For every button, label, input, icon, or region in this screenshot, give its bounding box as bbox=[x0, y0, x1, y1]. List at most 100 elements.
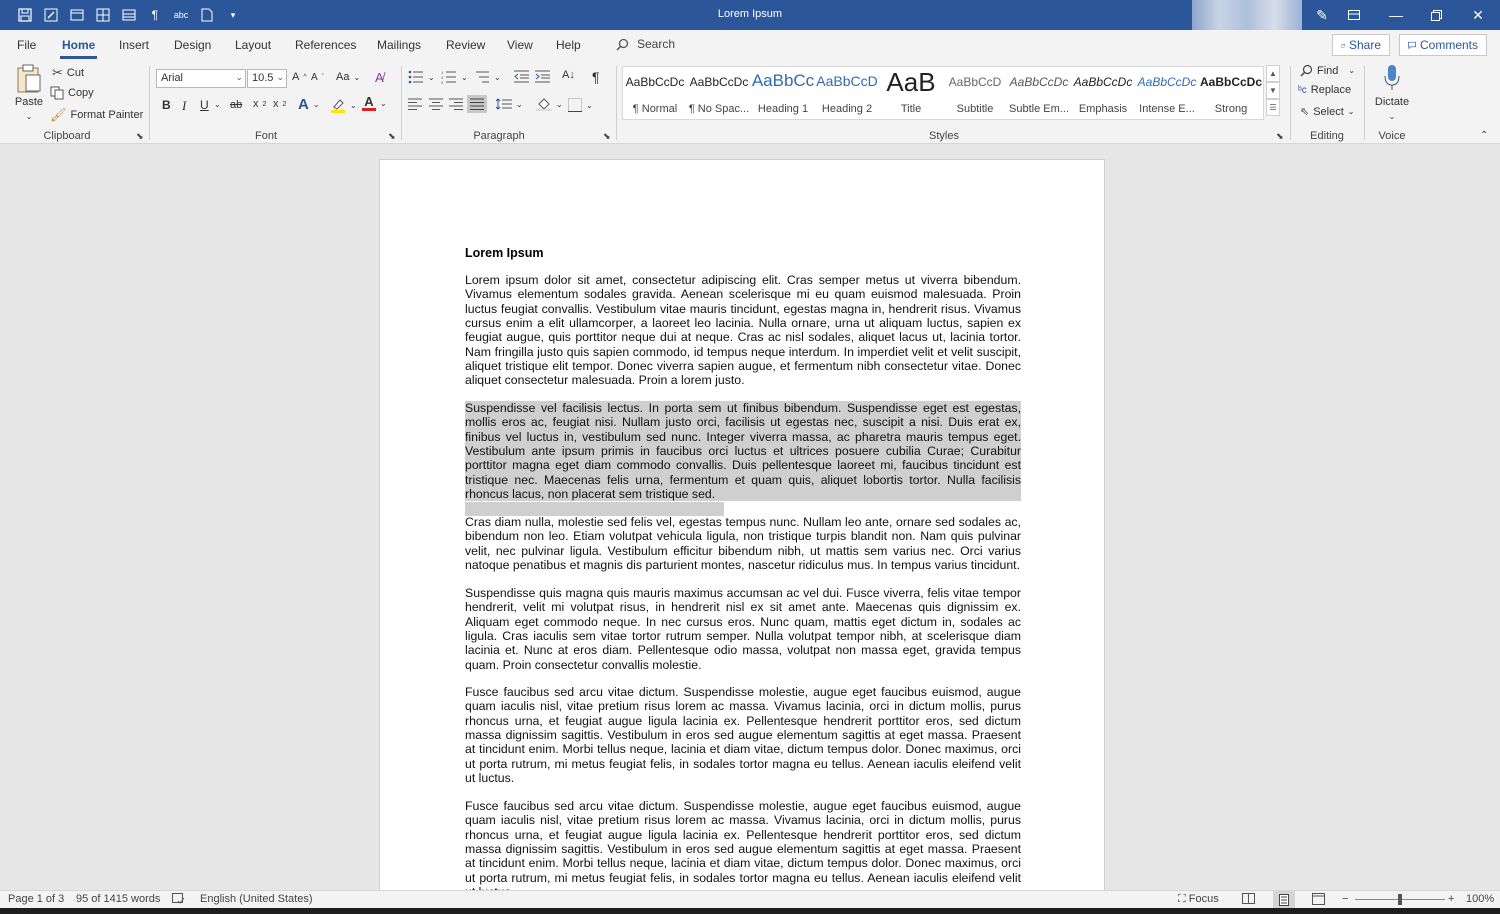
cut-button[interactable]: ✂ Cut bbox=[52, 65, 84, 81]
tab-review[interactable]: Review bbox=[446, 38, 485, 52]
select-button[interactable]: ⇖ Select ⌄ bbox=[1300, 105, 1355, 119]
show-formatting-icon[interactable]: ¶ bbox=[592, 69, 600, 85]
document-heading[interactable]: Lorem Ipsum bbox=[465, 246, 544, 260]
dialog-launcher-icon[interactable]: ⬊ bbox=[603, 131, 611, 142]
text-effects-icon[interactable]: A ⌄ bbox=[298, 96, 320, 113]
tab-design[interactable]: Design bbox=[174, 38, 211, 52]
align-left-icon[interactable] bbox=[408, 98, 422, 110]
chevron-down-icon: ⌄ bbox=[276, 72, 284, 82]
style-subtitle[interactable]: AaBbCcD Subtitle bbox=[943, 67, 1007, 121]
zoom-out-button[interactable]: − bbox=[1342, 893, 1348, 905]
format-painter-button[interactable]: 🖌 Format Painter bbox=[50, 107, 143, 123]
line-spacing-icon[interactable]: ⌄ bbox=[496, 98, 523, 110]
copy-button[interactable]: Copy bbox=[50, 86, 94, 100]
search-box[interactable]: Search bbox=[616, 37, 675, 51]
shading-icon[interactable]: ⌄ bbox=[536, 97, 563, 111]
paragraph[interactable]: Fusce faucibus sed arcu vitae dictum. Su… bbox=[465, 685, 1021, 785]
font-color-icon[interactable]: A ⌄ bbox=[362, 95, 387, 111]
search-icon bbox=[616, 38, 629, 51]
gallery-scroll-down-icon[interactable]: ▼ bbox=[1266, 82, 1280, 99]
bold-button[interactable]: B bbox=[162, 98, 171, 112]
focus-button[interactable]: ⛶ Focus bbox=[1178, 893, 1219, 906]
align-center-icon[interactable] bbox=[429, 98, 443, 110]
font-size-combo[interactable]: 10.5 ⌄ bbox=[247, 69, 287, 88]
dialog-launcher-icon[interactable]: ⬊ bbox=[136, 131, 144, 142]
paragraph[interactable]: Suspendisse quis magna quis mauris maxim… bbox=[465, 586, 1021, 672]
font-name-combo[interactable]: Arial ⌄ bbox=[156, 69, 246, 88]
ribbon-display-icon[interactable] bbox=[1334, 0, 1374, 30]
style-emphasis[interactable]: AaBbCcDc Emphasis bbox=[1071, 67, 1135, 121]
gallery-more-icon[interactable]: ☰ bbox=[1266, 99, 1280, 116]
zoom-slider-thumb[interactable] bbox=[1398, 894, 1402, 905]
style-heading-2[interactable]: AaBbCcD Heading 2 bbox=[815, 67, 879, 121]
paragraph[interactable]: Lorem ipsum dolor sit amet, consectetur … bbox=[465, 273, 1021, 388]
proofing-icon[interactable] bbox=[172, 893, 185, 908]
tab-home[interactable]: Home bbox=[59, 38, 98, 59]
multilevel-list-icon[interactable]: ⌄ bbox=[474, 70, 501, 84]
find-button[interactable]: Find ⌄ bbox=[1300, 64, 1355, 77]
minimize-icon[interactable]: — bbox=[1376, 0, 1416, 30]
paste-button[interactable]: Paste ⌄ bbox=[12, 64, 46, 121]
dialog-launcher-icon[interactable]: ⬊ bbox=[388, 131, 396, 142]
subscript-button[interactable]: x2 bbox=[253, 98, 266, 110]
search-icon bbox=[1300, 64, 1313, 77]
tab-layout[interactable]: Layout bbox=[235, 38, 271, 52]
close-icon[interactable]: ✕ bbox=[1458, 0, 1498, 30]
style-normal[interactable]: AaBbCcDc ¶ Normal bbox=[623, 67, 687, 121]
grow-font-icon[interactable]: A ^ bbox=[292, 71, 307, 83]
borders-icon[interactable]: ⌄ bbox=[568, 98, 593, 112]
dialog-launcher-icon[interactable]: ⬊ bbox=[1276, 131, 1284, 142]
increase-indent-icon[interactable] bbox=[535, 70, 550, 83]
print-layout-icon[interactable] bbox=[1273, 891, 1295, 908]
document-workspace[interactable]: Lorem Ipsum Lorem ipsum dolor sit amet, … bbox=[0, 145, 1500, 890]
bullets-icon[interactable]: ⌄ bbox=[408, 70, 435, 84]
page-count[interactable]: Page 1 of 3 bbox=[8, 893, 64, 905]
share-button[interactable]: Share bbox=[1332, 34, 1390, 56]
selected-paragraph[interactable]: Suspendisse vel facilisis lectus. In por… bbox=[465, 401, 1021, 502]
style-strong[interactable]: AaBbCcDc Strong bbox=[1199, 67, 1263, 121]
web-layout-icon[interactable] bbox=[1312, 893, 1325, 908]
align-right-icon[interactable] bbox=[449, 98, 463, 110]
read-mode-icon[interactable] bbox=[1242, 893, 1255, 907]
collapse-ribbon-icon[interactable]: ⌃ bbox=[1480, 130, 1488, 141]
word-count[interactable]: 95 of 1415 words bbox=[76, 893, 160, 905]
paragraph[interactable]: Cras diam nulla, molestie sed felis vel,… bbox=[465, 515, 1021, 572]
zoom-in-button[interactable]: + bbox=[1448, 893, 1454, 905]
document-page[interactable]: Lorem Ipsum Lorem ipsum dolor sit amet, … bbox=[379, 159, 1105, 890]
sort-icon[interactable]: A↓ bbox=[562, 69, 575, 81]
highlight-icon[interactable]: ⌄ bbox=[330, 97, 357, 113]
dictate-button[interactable]: Dictate ⌄ bbox=[1372, 64, 1412, 121]
style-title[interactable]: AaB Title bbox=[879, 67, 943, 121]
style-heading-1[interactable]: AaBbCc Heading 1 bbox=[751, 67, 815, 121]
decrease-indent-icon[interactable] bbox=[514, 70, 529, 83]
tab-view[interactable]: View bbox=[507, 38, 533, 52]
strikethrough-button[interactable]: ab bbox=[230, 99, 242, 111]
style-subtle-emphasis[interactable]: AaBbCcDc Subtle Em... bbox=[1007, 67, 1071, 121]
superscript-button[interactable]: x2 bbox=[273, 98, 286, 110]
style-intense-emphasis[interactable]: AaBbCcDc Intense E... bbox=[1135, 67, 1199, 121]
restore-icon[interactable] bbox=[1416, 0, 1456, 30]
paragraph[interactable]: Fusce faucibus sed arcu vitae dictum. Su… bbox=[465, 799, 1021, 890]
tab-insert[interactable]: Insert bbox=[119, 38, 149, 52]
underline-button[interactable]: U bbox=[200, 98, 209, 112]
status-bar: Page 1 of 3 95 of 1415 words English (Un… bbox=[0, 890, 1500, 908]
language[interactable]: English (United States) bbox=[200, 893, 313, 905]
account-avatar[interactable] bbox=[1192, 0, 1302, 30]
change-case-button[interactable]: Aa ⌄ bbox=[336, 71, 360, 83]
tab-help[interactable]: Help bbox=[556, 38, 581, 52]
shrink-font-icon[interactable]: Aˇ bbox=[311, 72, 324, 83]
gallery-scroll-up-icon[interactable]: ▲ bbox=[1266, 65, 1280, 82]
numbering-icon[interactable]: 1 2 3 ⌄ bbox=[441, 70, 468, 84]
italic-button[interactable]: I bbox=[182, 98, 186, 114]
tab-file[interactable]: File bbox=[17, 38, 36, 52]
style-no-spacing[interactable]: AaBbCcDc ¶ No Spac... bbox=[687, 67, 751, 121]
clear-formatting-icon[interactable]: A̸ bbox=[375, 70, 384, 85]
chevron-down-icon[interactable]: ⌄ bbox=[214, 100, 221, 109]
tab-mailings[interactable]: Mailings bbox=[377, 38, 421, 52]
justify-icon[interactable] bbox=[467, 95, 487, 113]
replace-button[interactable]: ᵇc Replace bbox=[1298, 84, 1351, 96]
zoom-level[interactable]: 100% bbox=[1466, 893, 1494, 905]
comments-button[interactable]: Comments bbox=[1399, 34, 1487, 56]
tab-references[interactable]: References bbox=[295, 38, 356, 52]
paintbrush-icon: 🖌 bbox=[50, 107, 67, 122]
